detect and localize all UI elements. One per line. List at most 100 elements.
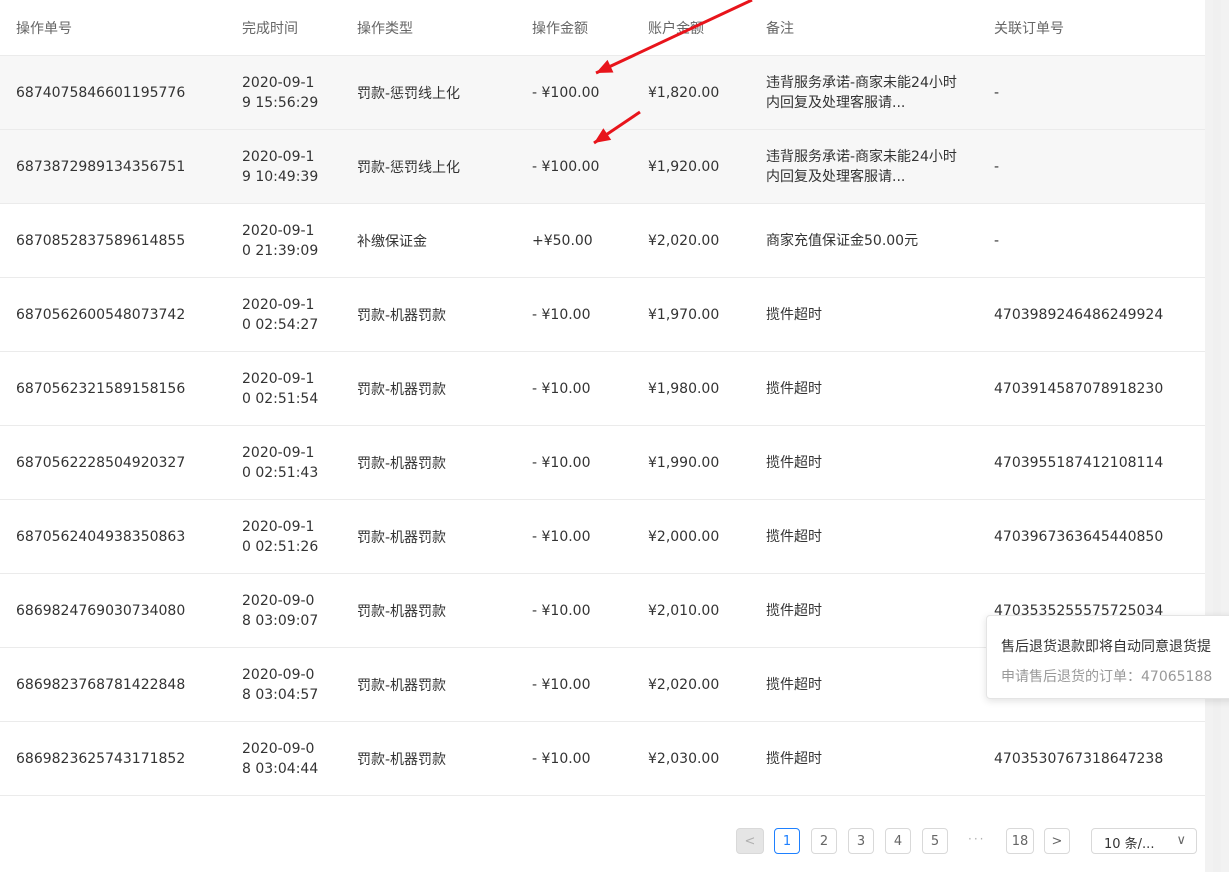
cell-operation-id: 6870852837589614855 xyxy=(16,232,186,249)
cell-order-id: 4703530767318647238 xyxy=(994,750,1164,767)
cell-operation-id: 6869823768781422848 xyxy=(16,676,186,693)
cell-operation-id: 6870562404938350863 xyxy=(16,528,186,545)
page-size-select[interactable]: 10 条/... ∨ xyxy=(1091,828,1197,854)
cell-remark: 违背服务承诺-商家未能24小时内回复及处理客服请... xyxy=(766,148,957,185)
table-row[interactable]: 6870562228504920327 2020-09-10 02:51:43 罚款… xyxy=(0,426,1205,500)
cell-completion-time: 2020-09-10 02:51:26 xyxy=(242,518,319,555)
cell-balance: ¥1,980.00 xyxy=(648,380,720,397)
cell-remark: 揽件超时 xyxy=(766,306,822,323)
cell-completion-time: 2020-09-10 02:51:54 xyxy=(242,370,319,407)
cell-amount: - ¥10.00 xyxy=(532,676,591,693)
table-row[interactable]: 6874075846601195776 2020-09-19 15:56:29 罚款… xyxy=(0,56,1205,130)
cell-operation-id: 6873872989134356751 xyxy=(16,158,186,175)
cell-balance: ¥1,990.00 xyxy=(648,454,720,471)
table-row[interactable]: 6870562600548073742 2020-09-10 02:54:27 罚款… xyxy=(0,278,1205,352)
cell-balance: ¥1,820.00 xyxy=(648,84,720,101)
page-size-label: 10 条/... xyxy=(1104,837,1155,852)
cell-remark: 揽件超时 xyxy=(766,380,822,397)
cell-amount: - ¥10.00 xyxy=(532,380,591,397)
cell-operation-type: 罚款-机器罚款 xyxy=(357,677,447,694)
cell-balance: ¥2,030.00 xyxy=(648,750,720,767)
col-header-time: 完成时间 xyxy=(242,21,298,37)
page-1-button[interactable]: 1 xyxy=(774,828,800,854)
cell-order-id: 4703955187412108114 xyxy=(994,454,1164,471)
page-2-button[interactable]: 2 xyxy=(811,828,837,854)
cell-amount: - ¥10.00 xyxy=(532,528,591,545)
cell-amount: - ¥10.00 xyxy=(532,602,591,619)
cell-remark: 揽件超时 xyxy=(766,454,822,471)
col-header-order: 关联订单号 xyxy=(994,21,1064,37)
page-5-button[interactable]: 5 xyxy=(922,828,948,854)
table-row[interactable]: 6870562321589158156 2020-09-10 02:51:54 罚款… xyxy=(0,352,1205,426)
notification-body: 申请售后退货的订单：47065188 xyxy=(1001,669,1213,685)
vertical-scrollbar[interactable] xyxy=(1205,0,1229,872)
cell-balance: ¥1,920.00 xyxy=(648,158,720,175)
cell-completion-time: 2020-09-10 02:54:27 xyxy=(242,296,319,333)
cell-amount: - ¥10.00 xyxy=(532,454,591,471)
cell-remark: 揽件超时 xyxy=(766,528,822,545)
cell-operation-id: 6870562228504920327 xyxy=(16,454,186,471)
cell-order-id: - xyxy=(994,84,1000,101)
cell-operation-type: 罚款-机器罚款 xyxy=(357,381,447,398)
table-row[interactable]: 6873872989134356751 2020-09-19 10:49:39 罚款… xyxy=(0,130,1205,204)
cell-amount: - ¥100.00 xyxy=(532,84,600,101)
table-row[interactable]: 6870562404938350863 2020-09-10 02:51:26 罚款… xyxy=(0,500,1205,574)
table-row[interactable]: 6870852837589614855 2020-09-10 21:39:09 补缴… xyxy=(0,204,1205,278)
col-header-remark: 备注 xyxy=(766,21,794,37)
cell-order-id: 4703989246486249924 xyxy=(994,306,1164,323)
cell-order-id: - xyxy=(994,158,1000,175)
cell-completion-time: 2020-09-10 21:39:09 xyxy=(242,222,319,259)
cell-order-id: 4703914587078918230 xyxy=(994,380,1164,397)
cell-operation-type: 罚款-机器罚款 xyxy=(357,751,447,768)
cell-completion-time: 2020-09-08 03:04:57 xyxy=(242,666,319,703)
cell-remark: 揽件超时 xyxy=(766,602,822,619)
cell-operation-type: 罚款-机器罚款 xyxy=(357,455,447,472)
cell-completion-time: 2020-09-08 03:09:07 xyxy=(242,592,319,629)
cell-remark: 违背服务承诺-商家未能24小时内回复及处理客服请... xyxy=(766,74,957,111)
col-header-balance: 账户金额 xyxy=(648,21,704,37)
cell-amount: +¥50.00 xyxy=(532,232,593,249)
cell-operation-id: 6869823625743171852 xyxy=(16,750,186,767)
notification-title: 售后退货退款即将自动同意退货提 xyxy=(1001,639,1211,655)
cell-operation-id: 6870562321589158156 xyxy=(16,380,186,397)
cell-completion-time: 2020-09-08 03:04:44 xyxy=(242,740,319,777)
cell-completion-time: 2020-09-19 10:49:39 xyxy=(242,148,319,185)
cell-balance: ¥2,010.00 xyxy=(648,602,720,619)
col-header-type: 操作类型 xyxy=(357,21,413,37)
pagination-ellipsis[interactable]: ··· xyxy=(968,832,985,846)
cell-operation-id: 6870562600548073742 xyxy=(16,306,186,323)
cell-completion-time: 2020-09-10 02:51:43 xyxy=(242,444,319,481)
page-4-button[interactable]: 4 xyxy=(885,828,911,854)
page-3-button[interactable]: 3 xyxy=(848,828,874,854)
cell-amount: - ¥100.00 xyxy=(532,158,600,175)
next-page-button[interactable]: > xyxy=(1044,828,1070,854)
notification-popover[interactable]: 售后退货退款即将自动同意退货提 申请售后退货的订单：47065188 xyxy=(986,615,1229,699)
cell-remark: 揽件超时 xyxy=(766,750,822,767)
col-header-id: 操作单号 xyxy=(16,21,72,37)
scrollbar-track[interactable] xyxy=(1213,0,1221,872)
cell-remark: 揽件超时 xyxy=(766,676,822,693)
page-last-button[interactable]: 18 xyxy=(1006,828,1034,854)
cell-operation-id: 6869824769030734080 xyxy=(16,602,186,619)
cell-operation-type: 罚款-惩罚线上化 xyxy=(357,85,461,102)
cell-balance: ¥2,000.00 xyxy=(648,528,720,545)
cell-operation-type: 罚款-机器罚款 xyxy=(357,529,447,546)
cell-operation-type: 罚款-机器罚款 xyxy=(357,603,447,620)
cell-operation-id: 6874075846601195776 xyxy=(16,84,186,101)
cell-balance: ¥2,020.00 xyxy=(648,676,720,693)
cell-operation-type: 罚款-机器罚款 xyxy=(357,307,447,324)
cell-order-id: - xyxy=(994,232,1000,249)
prev-page-button[interactable]: < xyxy=(736,828,764,854)
cell-amount: - ¥10.00 xyxy=(532,306,591,323)
cell-order-id: 4703967363645440850 xyxy=(994,528,1164,545)
col-header-amount: 操作金额 xyxy=(532,21,588,37)
cell-operation-type: 罚款-惩罚线上化 xyxy=(357,159,461,176)
cell-completion-time: 2020-09-19 15:56:29 xyxy=(242,74,319,111)
table-row[interactable]: 6869823625743171852 2020-09-08 03:04:44 罚款… xyxy=(0,722,1205,796)
cell-remark: 商家充值保证金50.00元 xyxy=(766,232,919,249)
chevron-down-icon: ∨ xyxy=(1176,833,1186,848)
cell-amount: - ¥10.00 xyxy=(532,750,591,767)
cell-operation-type: 补缴保证金 xyxy=(357,233,427,250)
cell-balance: ¥2,020.00 xyxy=(648,232,720,249)
table-header: 操作单号 完成时间 操作类型 操作金额 账户金额 备注 关联订单号 xyxy=(0,0,1205,56)
